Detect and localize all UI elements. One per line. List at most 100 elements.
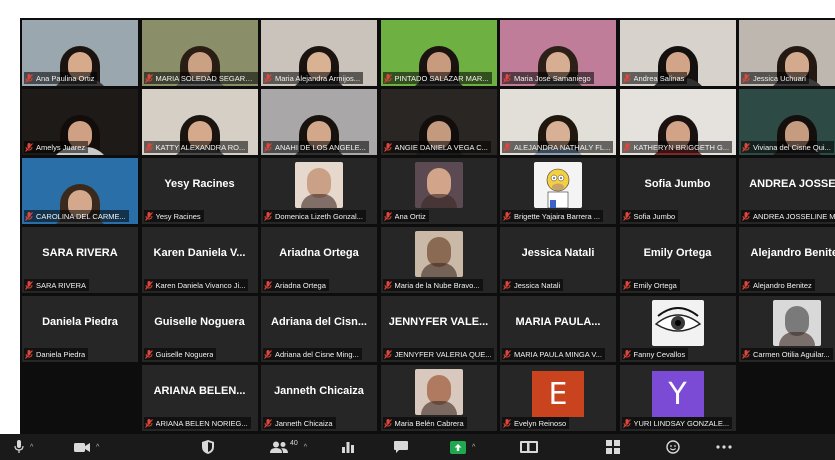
muted-mic-icon — [383, 349, 392, 359]
participant-tile[interactable]: Daniela Piedra Daniela Piedra — [22, 296, 138, 362]
participant-name: Maria José Samaniego — [514, 73, 591, 83]
participant-tile[interactable]: Domenica Lizeth Gonzal... — [261, 158, 377, 224]
participant-tile[interactable]: Y YURI LINDSAY GONZALE... — [619, 365, 736, 431]
participant-tile[interactable]: Adriana del Cisn... Adriana del Cisne Min… — [261, 296, 377, 362]
participant-name-label: MARIA SOLEDAD SEGARRA... — [143, 72, 258, 84]
participant-tile[interactable]: Jessica Uchuari — [739, 20, 835, 86]
participant-tile[interactable]: KATTY ALEXANDRA RO... — [141, 89, 258, 155]
microphone-icon — [14, 440, 24, 453]
participant-tile[interactable]: CAROLINA DEL CARME... — [22, 158, 138, 224]
participant-tile[interactable]: Ana Paulina Ortiz — [22, 20, 138, 86]
participants-button[interactable]: 40 ^ — [270, 438, 307, 456]
muted-mic-icon — [742, 142, 750, 152]
chevron-up-icon[interactable]: ^ — [472, 444, 475, 451]
breakout-rooms-button[interactable] — [606, 438, 620, 456]
participant-tile[interactable]: Ariadna Ortega Ariadna Ortega — [261, 227, 377, 293]
participant-name: Carmen Otilia Aguilar... — [753, 349, 830, 359]
muted-mic-icon — [264, 349, 272, 359]
muted-mic-icon — [25, 73, 33, 83]
participant-tile[interactable]: Viviana del Cisne Qui... — [739, 89, 835, 155]
mute-button[interactable]: ^ — [14, 438, 33, 456]
reactions-button[interactable] — [666, 438, 680, 456]
muted-mic-icon — [25, 280, 33, 290]
participant-tile[interactable]: Carmen Otilia Aguilar... — [739, 296, 835, 362]
participant-tile[interactable]: ARIANA BELEN... ARIANA BELEN NORIEG... — [141, 365, 258, 431]
participant-name: Viviana del Cisne Qui... — [753, 142, 831, 152]
participant-display-name: ARIANA BELEN... — [153, 385, 246, 397]
participant-name: ANDREA JOSSELINE M... — [753, 211, 835, 221]
security-button[interactable] — [202, 438, 214, 456]
participant-tile[interactable]: Sofia Jumbo Sofia Jumbo — [619, 158, 736, 224]
participant-tile[interactable]: PINTADO SALAZAR MAR... — [380, 20, 497, 86]
participant-tile[interactable]: Amelys Juarez — [22, 89, 138, 155]
participant-tile[interactable]: Janneth Chicaiza Janneth Chicaiza — [261, 365, 377, 431]
participant-tile[interactable]: Fanny Cevallos — [619, 296, 736, 362]
participant-tile[interactable]: KATHERYN BRIGGETH G... — [619, 89, 736, 155]
participant-name: ANAHI DE LOS ANGELE... — [275, 142, 366, 152]
participants-icon — [270, 441, 288, 453]
participant-display-name: SARA RIVERA — [42, 247, 118, 259]
record-button[interactable] — [520, 438, 538, 456]
chevron-up-icon[interactable]: ^ — [96, 444, 99, 451]
participant-name: ANGIE DANIELA VEGA C... — [394, 142, 488, 152]
participant-tile[interactable]: ANGIE DANIELA VEGA C... — [380, 89, 497, 155]
chevron-up-icon[interactable]: ^ — [30, 444, 33, 451]
eye-avatar-icon — [654, 307, 701, 332]
muted-mic-icon — [383, 418, 392, 428]
participant-name-label: Domenica Lizeth Gonzal... — [263, 210, 366, 222]
share-screen-icon — [450, 440, 466, 454]
share-screen-button[interactable]: ^ — [450, 438, 475, 456]
gallery-view: Ana Paulina Ortiz MARIA SOLEDAD SEGARRA..… — [20, 18, 835, 434]
polls-button[interactable] — [342, 438, 354, 456]
participant-tile[interactable]: JENNYFER VALE... JENNYFER VALERIA QUE... — [380, 296, 497, 362]
participant-tile[interactable]: SARA RIVERA SARA RIVERA — [22, 227, 138, 293]
participant-tile[interactable]: Maria de la Nube Bravo... — [380, 227, 497, 293]
participant-name: Ana Ortiz — [394, 211, 426, 221]
muted-mic-icon — [622, 280, 631, 290]
participant-tile[interactable]: Brigette Yajaira Barrera ... — [500, 158, 616, 224]
participant-name: Domenica Lizeth Gonzal... — [275, 211, 363, 221]
participant-name-label: YURI LINDSAY GONZALE... — [621, 417, 733, 429]
video-button[interactable]: ^ — [74, 438, 99, 456]
participant-tile[interactable]: Yesy Racines Yesy Racines — [141, 158, 258, 224]
participant-name-label: ALEJANDRA NATHALY FL... — [502, 141, 614, 153]
chevron-up-icon[interactable]: ^ — [304, 444, 307, 451]
participant-tile[interactable]: Maria Alejandra Armijos... — [261, 20, 377, 86]
participant-tile[interactable]: Andrea Salinas — [619, 20, 736, 86]
participant-tile[interactable]: Jessica Natali Jessica Natali — [500, 227, 616, 293]
participant-tile[interactable]: ALEJANDRA NATHALY FL... — [500, 89, 616, 155]
participant-name-label: KATHERYN BRIGGETH G... — [621, 141, 733, 153]
muted-mic-icon — [622, 142, 631, 152]
participant-name-label: Guiselle Noguera — [143, 348, 217, 360]
more-button[interactable] — [716, 438, 732, 456]
participant-tile[interactable]: Karen Daniela V... Karen Daniela Vivanco … — [141, 227, 258, 293]
participant-tile[interactable]: MARIA SOLEDAD SEGARRA... — [141, 20, 258, 86]
participant-tile[interactable]: Ana Ortiz — [380, 158, 497, 224]
participant-name-label: Viviana del Cisne Qui... — [741, 141, 834, 153]
participant-name-label: Ariadna Ortega — [263, 279, 329, 291]
zoom-meeting-window: Ana Paulina Ortiz MARIA SOLEDAD SEGARRA..… — [0, 0, 835, 460]
participant-name: Jessica Uchuari — [753, 73, 806, 83]
participant-tile[interactable]: Alejandro Benitez Alejandro Benitez — [739, 227, 835, 293]
participant-name-label: SARA RIVERA — [24, 279, 90, 291]
participant-name: Yesy Racines — [155, 211, 201, 221]
participant-name-label: Jessica Uchuari — [741, 72, 809, 84]
cartoon-avatar-icon — [546, 168, 570, 208]
participant-display-name: Ariadna Ortega — [279, 247, 359, 259]
participant-tile[interactable]: ANDREA JOSSE... ANDREA JOSSELINE M... — [739, 158, 835, 224]
participant-tile[interactable]: Guiselle Noguera Guiselle Noguera — [141, 296, 258, 362]
participant-tile[interactable]: ANAHI DE LOS ANGELE... — [261, 89, 377, 155]
muted-mic-icon — [742, 280, 750, 290]
participant-tile[interactable]: Emily Ortega Emily Ortega — [619, 227, 736, 293]
chat-button[interactable] — [394, 438, 408, 456]
muted-mic-icon — [383, 73, 392, 83]
participant-tile[interactable]: MARIA PAULA... MARIA PAULA MINGA V... — [500, 296, 616, 362]
participant-name-label: Andrea Salinas — [621, 72, 688, 84]
muted-mic-icon — [503, 418, 511, 428]
muted-mic-icon — [742, 211, 750, 221]
participant-tile[interactable]: Maria José Samaniego — [500, 20, 616, 86]
profile-picture — [651, 300, 704, 346]
participant-tile[interactable]: E Evelyn Reinoso — [500, 365, 616, 431]
participant-name-label: PINTADO SALAZAR MAR... — [382, 72, 492, 84]
participant-tile[interactable]: Maria Belén Cabrera — [380, 365, 497, 431]
